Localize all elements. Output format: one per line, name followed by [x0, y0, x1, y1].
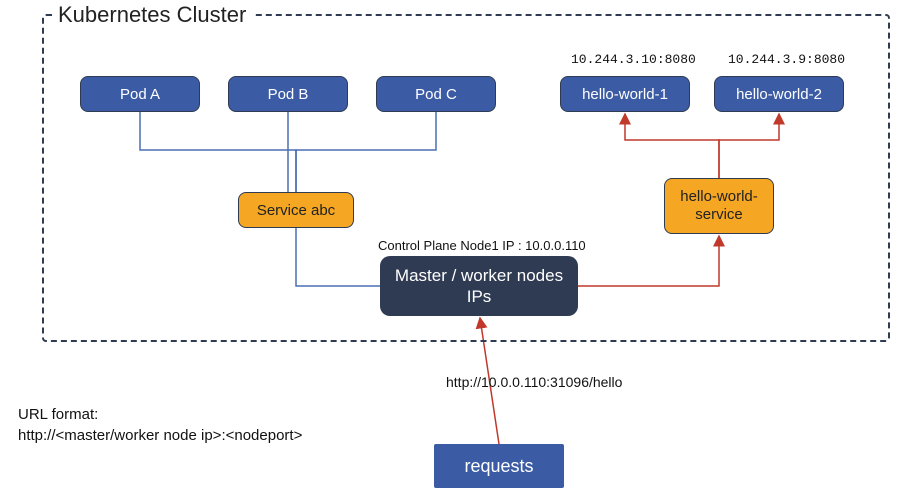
pod-hello-world-2: hello-world-2	[714, 76, 844, 112]
request-url-label: http://10.0.0.110:31096/hello	[446, 374, 622, 390]
url-format-value: http://<master/worker node ip>:<nodeport…	[18, 425, 302, 446]
pod-hello-world-1: hello-world-1	[560, 76, 690, 112]
pod-a: Pod A	[80, 76, 200, 112]
service-hello-world: hello-world-service	[664, 178, 774, 234]
url-format-title: URL format:	[18, 404, 302, 425]
external-requests: requests	[434, 444, 564, 488]
url-format-note: URL format: http://<master/worker node i…	[18, 404, 302, 446]
pod-ip-hw1: 10.244.3.10:8080	[571, 52, 696, 67]
control-plane-ip-label: Control Plane Node1 IP : 10.0.0.110	[378, 238, 586, 253]
pod-b: Pod B	[228, 76, 348, 112]
pod-ip-hw2: 10.244.3.9:8080	[728, 52, 845, 67]
master-worker-nodes: Master / worker nodes IPs	[380, 256, 578, 316]
pod-c: Pod C	[376, 76, 496, 112]
cluster-title: Kubernetes Cluster	[52, 2, 252, 28]
service-abc: Service abc	[238, 192, 354, 228]
